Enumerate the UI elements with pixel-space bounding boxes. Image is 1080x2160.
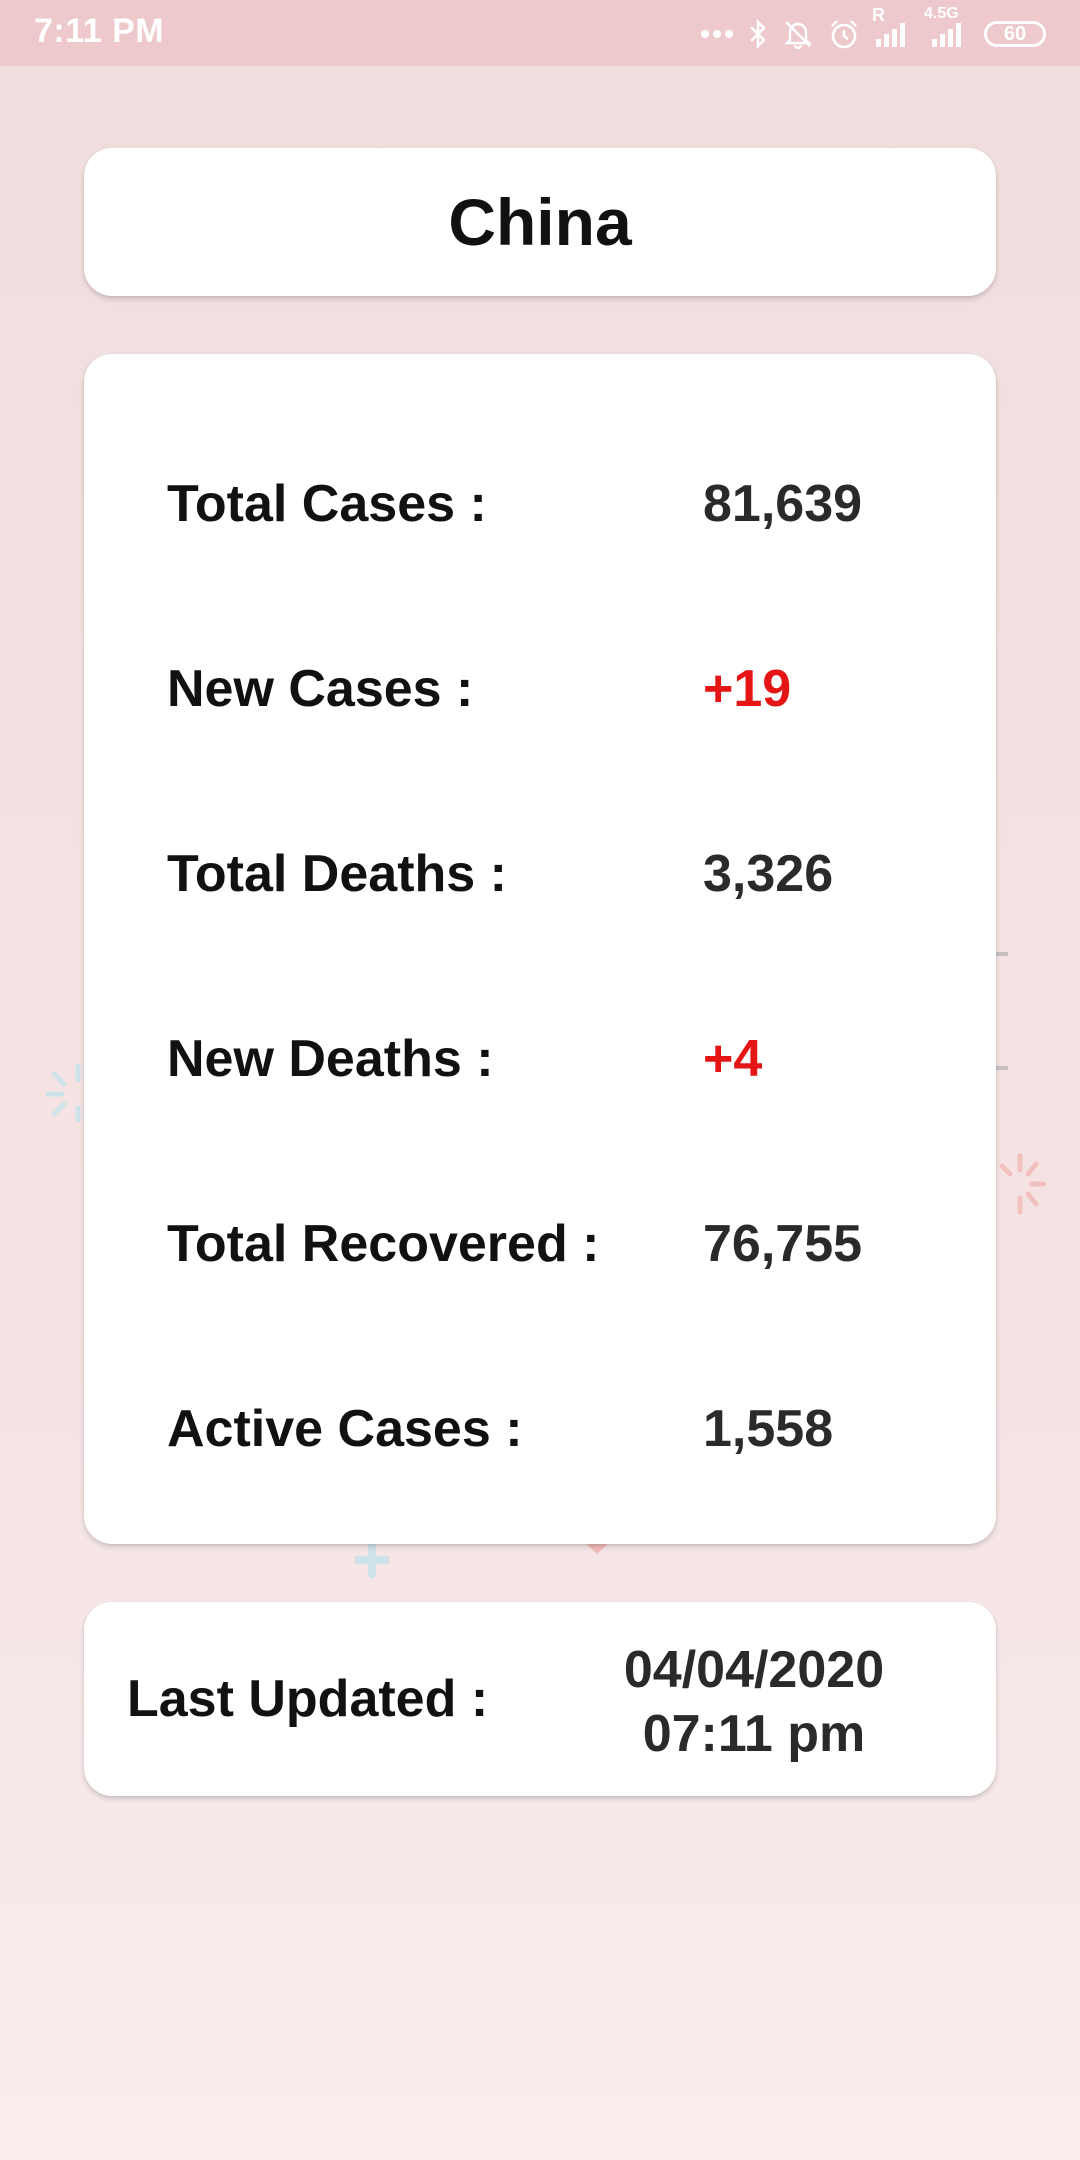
new-deaths-value: +4 [703,1030,763,1088]
roaming-label: R [872,5,885,25]
active-cases-label: Active Cases : [167,1400,523,1458]
network-label: 4.5G [924,5,959,22]
active-cases-value: 1,558 [703,1400,834,1458]
alarm-icon [828,18,860,50]
total-recovered-row: Total Recovered : 76,755 [167,1204,947,1284]
last-updated-value: 04/04/2020 07:11 pm [584,1638,924,1766]
last-updated-label: Last Updated : [127,1670,489,1728]
status-bar: 7:11 PM R 4.5G 60 [0,0,1080,66]
total-recovered-value: 76,755 [703,1215,863,1273]
total-cases-label: Total Cases : [167,475,487,533]
new-deaths-label: New Deaths : [167,1030,494,1088]
country-card: China [84,148,996,296]
muted-bell-icon [782,18,814,50]
stats-card: Total Cases : 81,639 New Cases : +19 Tot… [84,354,996,1544]
last-updated-card: Last Updated : 04/04/2020 07:11 pm [84,1602,996,1796]
plus-deco-icon [354,1544,390,1578]
new-cases-value: +19 [703,660,792,718]
total-cases-value: 81,639 [703,475,863,533]
new-cases-row: New Cases : +19 [167,649,947,729]
virus-deco-right-icon [999,1153,1047,1215]
signal-4g-icon: 4.5G [924,5,970,49]
signal-roaming-icon: R [872,5,912,49]
total-deaths-label: Total Deaths : [167,845,507,903]
new-deaths-row: New Deaths : +4 [167,1019,947,1099]
status-time: 7:11 PM [34,12,165,50]
new-cases-label: New Cases : [167,660,474,718]
virus-deco-left-icon [45,1063,81,1123]
status-icons: R 4.5G 60 [700,5,1046,54]
bluetooth-icon [748,18,768,50]
active-cases-row: Active Cases : 1,558 [167,1389,947,1469]
country-name: China [448,185,632,259]
dash-deco-icon [996,952,1008,1070]
heart-deco-icon [586,1544,608,1554]
total-deaths-value: 3,326 [703,845,834,903]
last-updated-date: 04/04/2020 [623,1641,885,1699]
total-recovered-label: Total Recovered : [167,1215,600,1273]
total-deaths-row: Total Deaths : 3,326 [167,834,947,914]
total-cases-row: Total Cases : 81,639 [167,464,947,544]
last-updated-time: 07:11 pm [642,1705,866,1763]
more-dots-icon [700,29,734,39]
battery-icon: 60 [984,21,1046,47]
